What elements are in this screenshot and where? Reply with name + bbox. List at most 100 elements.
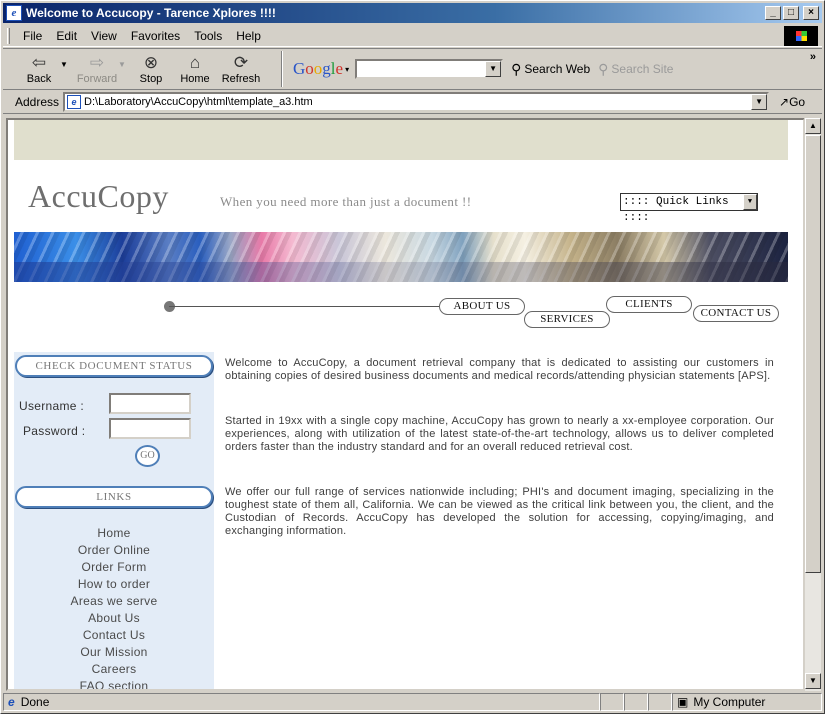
refresh-label: Refresh (221, 73, 261, 85)
back-label: Back (26, 73, 52, 85)
web-page: AccuCopy When you need more than just a … (14, 120, 788, 689)
page-icon: e (67, 95, 82, 109)
standard-toolbar: ⇦ Back ▼ ⇨ Forward ▼ ⊗ Stop ⌂ Home ⟳ Ref… (3, 48, 822, 90)
menu-edit[interactable]: Edit (49, 29, 84, 43)
forward-button[interactable]: ⇨ Forward (77, 49, 117, 89)
services-paragraph: We offer our full range of services nati… (225, 486, 774, 537)
binoculars-icon: ⚲ (511, 60, 522, 77)
home-icon: ⌂ (189, 53, 201, 72)
address-input[interactable]: e D:\Laboratory\AccuCopy\html\template_a… (63, 92, 770, 112)
username-input[interactable] (109, 393, 191, 414)
search-web-button[interactable]: ⚲ Search Web (511, 61, 590, 78)
scroll-up-icon[interactable]: ▲ (805, 118, 821, 134)
site-logo[interactable]: AccuCopy (28, 178, 169, 215)
forward-arrow-icon: ⇨ (89, 53, 105, 72)
links-heading: LINKS (15, 486, 213, 508)
status-cell-1 (600, 693, 624, 711)
site-tagline: When you need more than just a document … (220, 194, 472, 209)
side-link-how-to-order[interactable]: How to order (14, 577, 214, 591)
stop-icon: ⊗ (143, 53, 159, 72)
quick-links-select[interactable]: :::: Quick Links :::: ▼ (620, 193, 758, 224)
windows-logo-icon (784, 26, 818, 46)
login-go-button[interactable]: GO (135, 445, 160, 467)
forward-label: Forward (76, 73, 118, 85)
status-cell-3 (648, 693, 672, 711)
nav-clients-button[interactable]: CLIENTS (606, 296, 692, 313)
back-button[interactable]: ⇦ Back (19, 49, 59, 89)
page-viewport[interactable]: AccuCopy When you need more than just a … (6, 118, 805, 691)
search-site-button[interactable]: ⚲ Search Site (598, 61, 673, 78)
side-link-contact[interactable]: Contact Us (14, 628, 214, 642)
window-title: Welcome to Accucopy - Tarence Xplores !!… (26, 6, 276, 20)
check-status-heading: CHECK DOCUMENT STATUS (15, 355, 213, 377)
google-menu-dropdown-icon[interactable]: ▾ (345, 65, 349, 74)
side-link-about[interactable]: About Us (14, 611, 214, 625)
address-label: Address (15, 95, 60, 109)
maximize-button[interactable]: □ (783, 6, 799, 20)
password-label: Password : (23, 424, 86, 438)
menu-tools[interactable]: Tools (187, 29, 229, 43)
side-link-areas[interactable]: Areas we serve (14, 594, 214, 608)
menu-favorites[interactable]: Favorites (124, 29, 187, 43)
side-link-order-form[interactable]: Order Form (14, 560, 214, 574)
search-site-icon: ⚲ (598, 60, 609, 77)
nav-line (169, 306, 449, 307)
menubar-grip (7, 27, 10, 44)
search-web-label: Search Web (524, 62, 591, 76)
side-link-faq[interactable]: FAQ section (14, 679, 214, 689)
back-dropdown-icon[interactable]: ▼ (59, 60, 69, 69)
address-dropdown-icon[interactable]: ▼ (751, 94, 768, 110)
vertical-scrollbar[interactable]: ▲ ▼ (804, 118, 821, 691)
status-zone-cell: ▣ My Computer (672, 693, 822, 711)
header-band (14, 120, 788, 160)
toolbar-overflow-icon[interactable]: » (810, 51, 816, 63)
status-zone: My Computer (693, 695, 766, 709)
status-cell-2 (624, 693, 648, 711)
quick-links-dropdown-icon[interactable]: ▼ (743, 194, 757, 210)
address-bar: Address e D:\Laboratory\AccuCopy\html\te… (3, 91, 822, 114)
refresh-button[interactable]: ⟳ Refresh (221, 49, 261, 89)
refresh-icon: ⟳ (233, 53, 249, 72)
scroll-down-icon[interactable]: ▼ (805, 673, 821, 689)
toolbar-separator (281, 51, 283, 87)
nav-contact-button[interactable]: CONTACT US (693, 305, 779, 322)
status-text-cell: e Done (3, 693, 600, 711)
browser-window: e Welcome to Accucopy - Tarence Xplores … (0, 0, 825, 714)
nav-about-button[interactable]: ABOUT US (439, 298, 525, 315)
status-text: Done (20, 695, 50, 709)
computer-icon: ▣ (677, 695, 689, 709)
quick-links-value: :::: Quick Links :::: (623, 196, 729, 224)
stop-label: Stop (139, 73, 163, 85)
google-search-input[interactable]: ▼ (355, 59, 504, 79)
menu-help[interactable]: Help (229, 29, 268, 43)
side-link-mission[interactable]: Our Mission (14, 645, 214, 659)
ie-logo-icon: e (6, 5, 22, 21)
menu-file[interactable]: File (16, 29, 49, 43)
back-arrow-icon: ⇦ (31, 53, 47, 72)
menu-view[interactable]: View (84, 29, 124, 43)
search-site-label: Search Site (611, 62, 674, 76)
username-label: Username : (19, 399, 85, 413)
side-link-careers[interactable]: Careers (14, 662, 214, 676)
stop-button[interactable]: ⊗ Stop (131, 49, 171, 89)
title-bar[interactable]: e Welcome to Accucopy - Tarence Xplores … (3, 3, 822, 23)
go-arrow-icon: ↗ (779, 95, 790, 109)
menu-bar: File Edit View Favorites Tools Help (3, 25, 822, 47)
password-input[interactable] (109, 418, 191, 439)
address-value: D:\Laboratory\AccuCopy\html\template_a3.… (84, 96, 313, 108)
go-label: Go (789, 95, 806, 109)
header-banner-image (14, 232, 788, 282)
nav-services-button[interactable]: SERVICES (524, 311, 610, 328)
google-search-dropdown-icon[interactable]: ▼ (485, 61, 502, 77)
close-button[interactable]: × (803, 6, 819, 20)
go-button[interactable]: ↗Go (779, 95, 805, 109)
intro-paragraph: Welcome to AccuCopy, a document retrieva… (225, 357, 774, 382)
google-logo[interactable]: Google (293, 59, 343, 79)
side-link-order-online[interactable]: Order Online (14, 543, 214, 557)
scroll-thumb[interactable] (805, 135, 821, 573)
forward-dropdown-icon[interactable]: ▼ (117, 60, 127, 69)
side-link-home[interactable]: Home (14, 526, 214, 540)
status-bar: e Done ▣ My Computer (3, 692, 822, 712)
home-button[interactable]: ⌂ Home (175, 49, 215, 89)
minimize-button[interactable]: _ (765, 6, 781, 20)
